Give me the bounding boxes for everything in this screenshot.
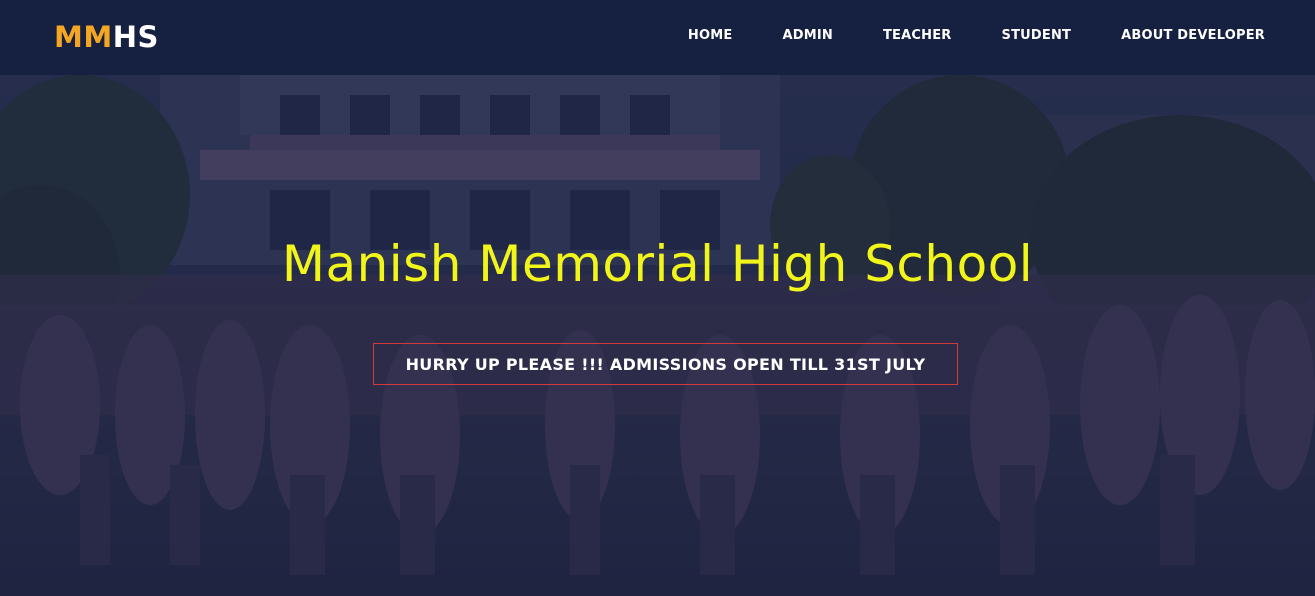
nav-about-developer[interactable]: ABOUT DEVELOPER: [1121, 27, 1265, 45]
logo-part-mm: MM: [54, 20, 113, 54]
nav-teacher[interactable]: TEACHER: [883, 27, 952, 45]
nav-student[interactable]: STUDENT: [1002, 27, 1072, 45]
hero-title: Manish Memorial High School: [281, 235, 1034, 293]
nav-home[interactable]: HOME: [688, 27, 733, 45]
nav-admin[interactable]: ADMIN: [782, 27, 833, 45]
site-logo[interactable]: MMHS: [54, 19, 159, 55]
hero-overlay: [0, 75, 1315, 596]
hero-section: Manish Memorial High School HURRY UP PLE…: [0, 75, 1315, 596]
main-nav: HOME ADMIN TEACHER STUDENT ABOUT DEVELOP…: [638, 27, 1265, 45]
page: MMHS HOME ADMIN TEACHER STUDENT ABOUT DE…: [0, 0, 1315, 596]
logo-part-hs: HS: [112, 20, 159, 54]
admissions-banner: HURRY UP PLEASE !!! ADMISSIONS OPEN TILL…: [373, 343, 958, 385]
navbar: MMHS HOME ADMIN TEACHER STUDENT ABOUT DE…: [0, 0, 1315, 75]
